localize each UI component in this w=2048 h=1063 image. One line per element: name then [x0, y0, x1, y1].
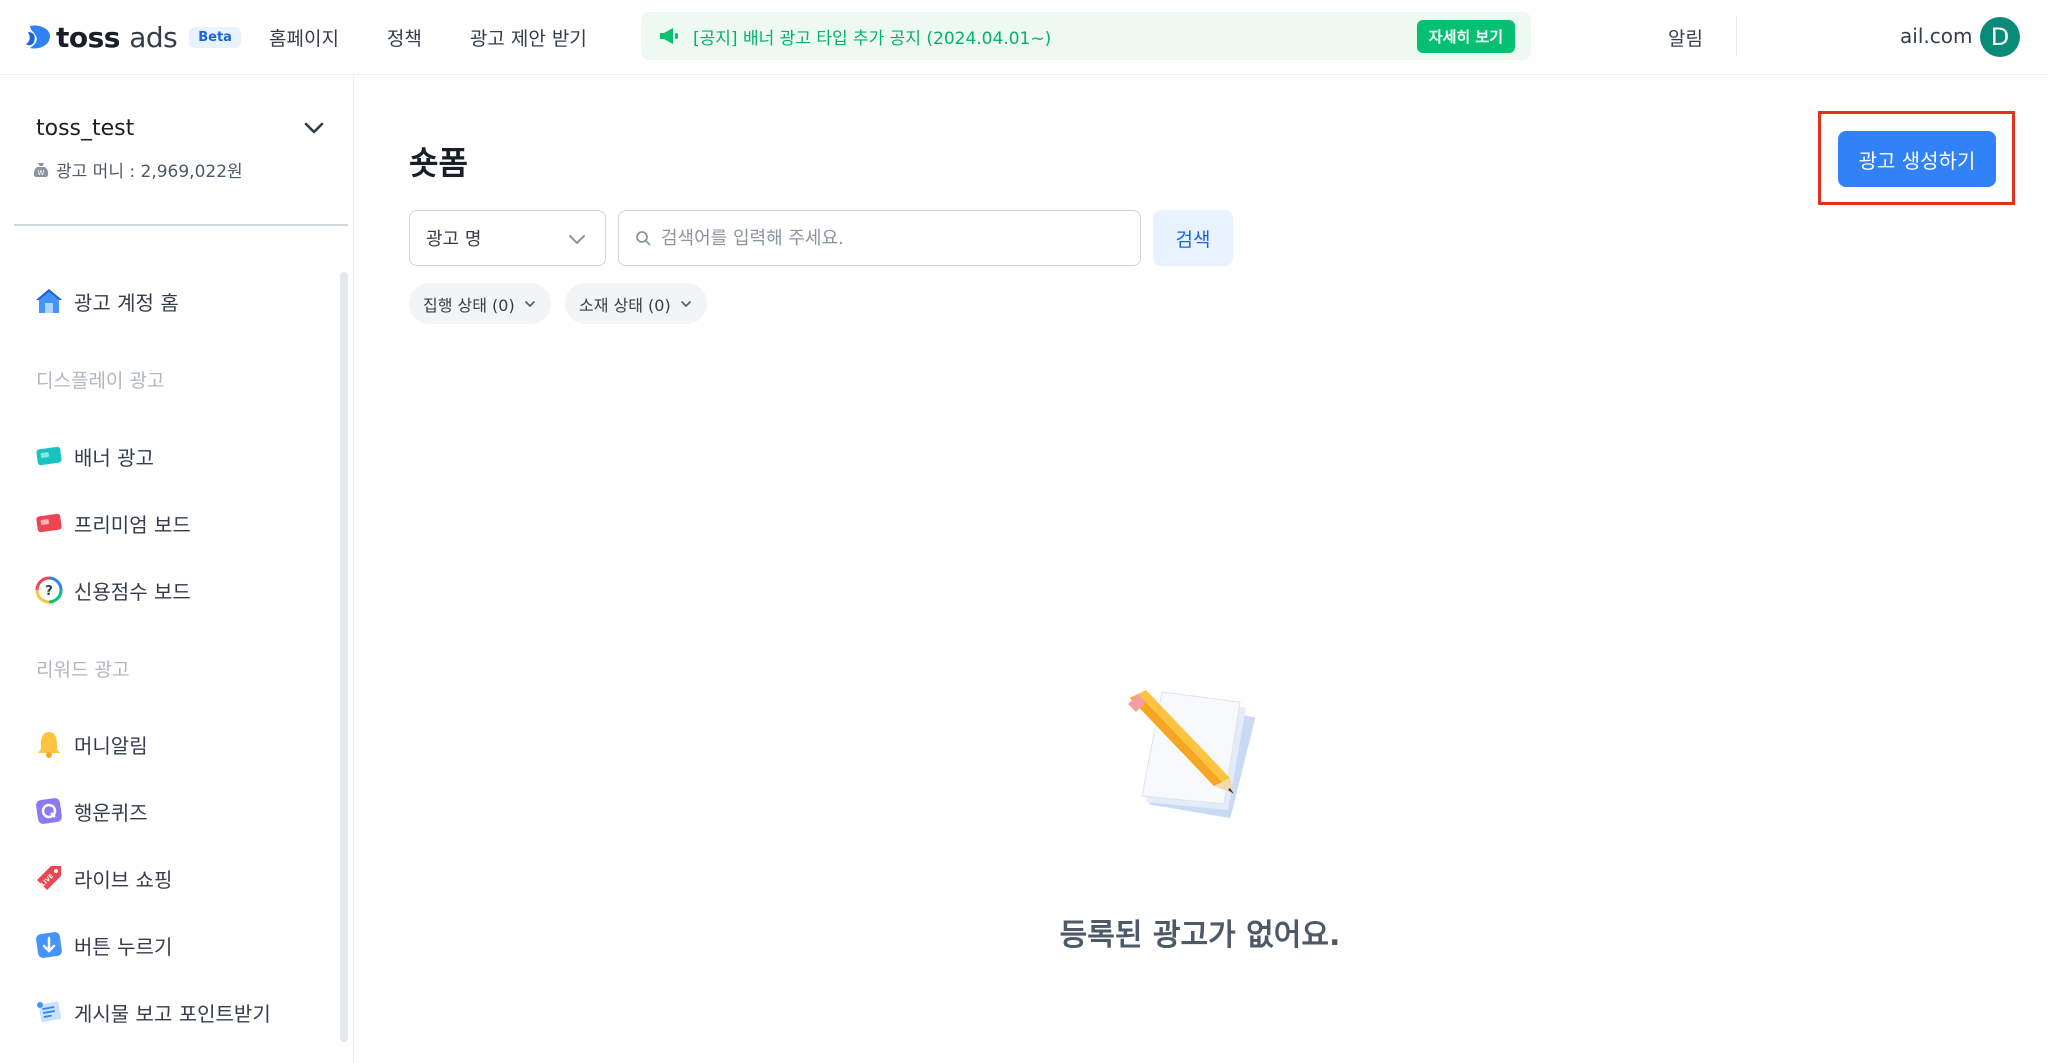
search-field-select[interactable]: 광고 명 — [409, 210, 606, 266]
sidebar-item-label: 신용점수 보드 — [74, 579, 191, 604]
logo-text: toss ads — [56, 20, 178, 54]
reward-ad-section-title: 리워드 광고 — [36, 659, 130, 681]
svg-text:?: ? — [45, 584, 53, 599]
page-title: 숏폼 — [409, 144, 468, 182]
sidebar-item-money-alarm[interactable]: 머니알림 — [34, 729, 148, 759]
toss-ads-logo[interactable]: toss ads Beta — [24, 20, 241, 54]
sidebar-item-premium-board[interactable]: 프리미엄 보드 — [34, 508, 191, 538]
sidebar-item-label: 프리미엄 보드 — [74, 512, 191, 537]
notice-text[interactable]: [공지] 배너 광고 타입 추가 공지 (2024.04.01~) — [693, 24, 1417, 49]
sidebar-item-label: 머니알림 — [74, 733, 148, 758]
sidebar-item-view-post-points[interactable]: 게시물 보고 포인트받기 — [34, 997, 271, 1027]
svg-text:W: W — [38, 169, 45, 177]
chevron-down-icon — [680, 300, 691, 307]
sidebar-item-account-home[interactable]: 광고 계정 홈 — [34, 286, 179, 316]
nav-homepage[interactable]: 홈페이지 — [269, 24, 339, 51]
sidebar-item-label: 배너 광고 — [74, 445, 154, 470]
press-button-icon — [36, 932, 62, 958]
sidebar-item-label: 라이브 쇼핑 — [74, 867, 173, 892]
sidebar-item-label: 버튼 누르기 — [74, 934, 173, 959]
sidebar-item-label: 행운퀴즈 — [74, 800, 148, 825]
credit-score-icon: ? — [35, 576, 63, 604]
empty-state-message: 등록된 광고가 없어요. — [1059, 918, 1341, 953]
premium-board-icon — [36, 513, 62, 533]
display-ad-section-title: 디스플레이 광고 — [36, 370, 165, 392]
sidebar-item-banner-ad[interactable]: 배너 광고 — [34, 441, 154, 471]
banner-card-icon — [36, 446, 62, 466]
scroll-doc-icon — [37, 1001, 62, 1023]
avatar[interactable]: D — [1980, 17, 2020, 57]
money-label: 광고 머니 : 2,969,022원 — [56, 162, 243, 182]
home-icon — [36, 289, 62, 313]
notice-banner[interactable]: [공지] 배너 광고 타입 추가 공지 (2024.04.01~) 자세히 보기 — [641, 12, 1531, 60]
account-name[interactable]: toss_test — [36, 116, 326, 141]
header-divider — [1736, 16, 1737, 56]
nav-policy[interactable]: 정책 — [387, 24, 422, 51]
notice-detail-button[interactable]: 자세히 보기 — [1416, 19, 1515, 53]
nav-get-ad-proposal[interactable]: 광고 제안 받기 — [470, 24, 587, 51]
search-icon — [636, 231, 651, 246]
search-input[interactable] — [661, 227, 1121, 249]
sidebar-scrollbar[interactable] — [340, 272, 348, 1042]
material-status-filter[interactable]: 소재 상태 (0) — [565, 283, 707, 324]
create-ad-button[interactable]: 광고 생성하기 — [1838, 131, 1996, 187]
sidebar-item-label: 광고 계정 홈 — [74, 290, 179, 315]
beta-badge: Beta — [189, 26, 241, 48]
account-switcher[interactable]: toss_test W 광고 머니 : 2,969,022원 — [33, 116, 326, 182]
chevron-down-icon — [524, 300, 535, 307]
money-bag-icon: W — [33, 162, 49, 177]
bell-icon — [38, 732, 60, 758]
chip-label: 집행 상태 (0) — [423, 295, 515, 315]
select-value: 광고 명 — [426, 229, 482, 250]
pencil-notepad-illustration — [1128, 690, 1256, 819]
chip-label: 소재 상태 (0) — [579, 295, 671, 315]
quiz-icon — [36, 798, 62, 824]
chevron-down-icon[interactable] — [302, 116, 326, 140]
sidebar: toss_test W 광고 머니 : 2,969,022원 광고 계정 홈 디… — [0, 76, 354, 1063]
sidebar-item-live-shopping[interactable]: LIVE 라이브 쇼핑 — [34, 863, 172, 893]
sidebar-divider — [14, 224, 348, 226]
execution-status-filter[interactable]: 집행 상태 (0) — [409, 283, 551, 324]
user-email[interactable]: ail.com — [1900, 24, 1972, 48]
toss-logo-icon — [26, 25, 50, 49]
chevron-down-icon — [569, 235, 585, 245]
search-box[interactable] — [618, 210, 1141, 266]
megaphone-icon — [660, 28, 678, 44]
ad-money: W 광고 머니 : 2,969,022원 — [32, 157, 326, 182]
sidebar-item-lucky-quiz[interactable]: 행운퀴즈 — [34, 796, 148, 826]
sidebar-item-label: 게시물 보고 포인트받기 — [74, 1001, 271, 1026]
top-nav: 홈페이지 정책 광고 제안 받기 — [269, 24, 635, 51]
live-tag-icon: LIVE — [37, 866, 61, 890]
alarm-link[interactable]: 알림 — [1668, 24, 1703, 51]
search-button[interactable]: 검색 — [1153, 210, 1233, 266]
top-header: toss ads Beta 홈페이지 정책 광고 제안 받기 [공지] 배너 광… — [0, 0, 2048, 75]
sidebar-item-credit-score-board[interactable]: ? 신용점수 보드 — [34, 575, 191, 605]
sidebar-item-press-button[interactable]: 버튼 누르기 — [34, 930, 172, 960]
